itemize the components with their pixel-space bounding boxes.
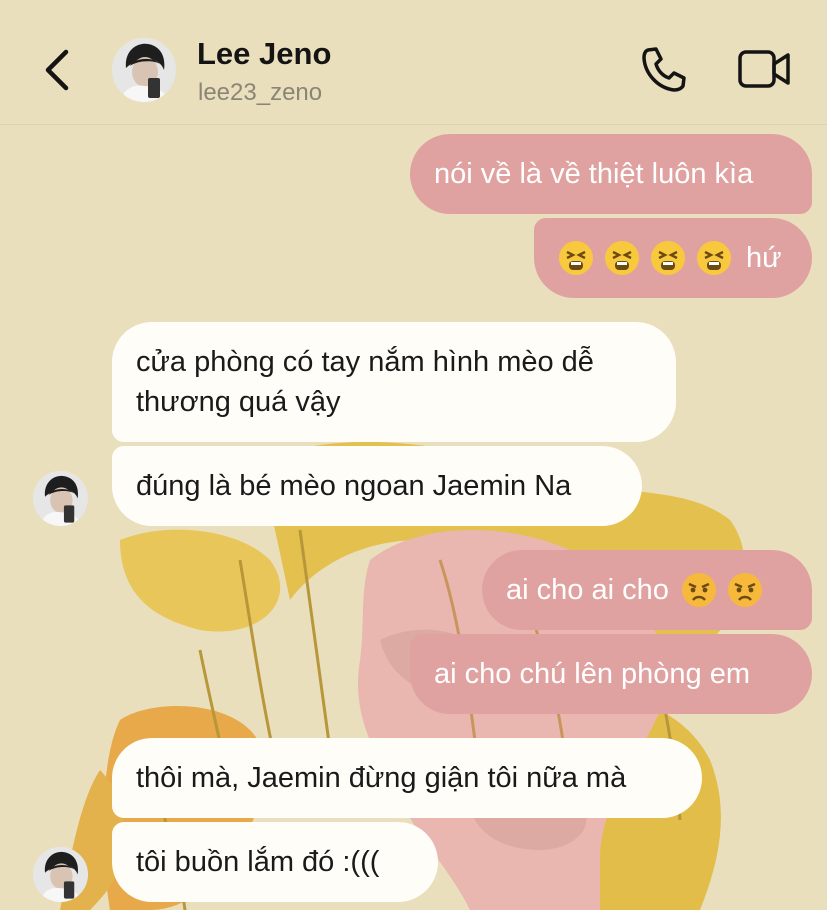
message-incoming[interactable]: cửa phòng có tay nắm hình mèo dễ thương …: [112, 322, 676, 442]
message-outgoing[interactable]: nói về là về thiệt luôn kìa: [410, 134, 812, 214]
message-outgoing[interactable]: ai cho ai cho: [482, 550, 812, 630]
message-text: ai cho chú lên phòng em: [434, 658, 750, 690]
avatar[interactable]: [33, 847, 88, 902]
message-text: đúng là bé mèo ngoan Jaemin Na: [136, 470, 572, 502]
angry-face-emoji-icon: [727, 573, 762, 607]
message-outgoing[interactable]: ai cho chú lên phòng em: [410, 634, 812, 714]
message-text: thương quá vậy: [136, 386, 341, 418]
message-text: ai cho ai cho: [506, 574, 669, 606]
phone-icon[interactable]: [638, 44, 690, 94]
avatar[interactable]: [33, 471, 88, 526]
angry-face-emoji-icon: [681, 573, 716, 607]
message-text: tôi buồn lắm đó :(((: [136, 846, 380, 878]
video-camera-icon[interactable]: [736, 44, 792, 94]
tired-face-emoji-icon: [605, 241, 639, 275]
message-incoming[interactable]: thôi mà, Jaemin đừng giận tôi nữa mà: [112, 738, 702, 818]
message-text: nói về là về thiệt luôn kìa: [434, 158, 754, 190]
message-incoming[interactable]: đúng là bé mèo ngoan Jaemin Na: [112, 446, 642, 526]
message-incoming[interactable]: tôi buồn lắm đó :(((: [112, 822, 438, 902]
message-text: thôi mà, Jaemin đừng giận tôi nữa mà: [136, 762, 627, 794]
message-text: hứ: [746, 242, 782, 274]
chat-header: Lee Jeno lee23_zeno: [0, 0, 827, 125]
tired-face-emoji-icon: [651, 241, 685, 275]
tired-face-emoji-icon: [697, 241, 731, 275]
contact-username: lee23_zeno: [198, 79, 323, 106]
message-outgoing[interactable]: hứ: [534, 218, 812, 298]
avatar[interactable]: [112, 38, 176, 102]
message-text: cửa phòng có tay nắm hình mèo dễ: [136, 346, 594, 378]
chevron-left-icon[interactable]: [36, 46, 80, 94]
tired-face-emoji-icon: [559, 241, 593, 275]
contact-name[interactable]: Lee Jeno: [197, 36, 331, 72]
